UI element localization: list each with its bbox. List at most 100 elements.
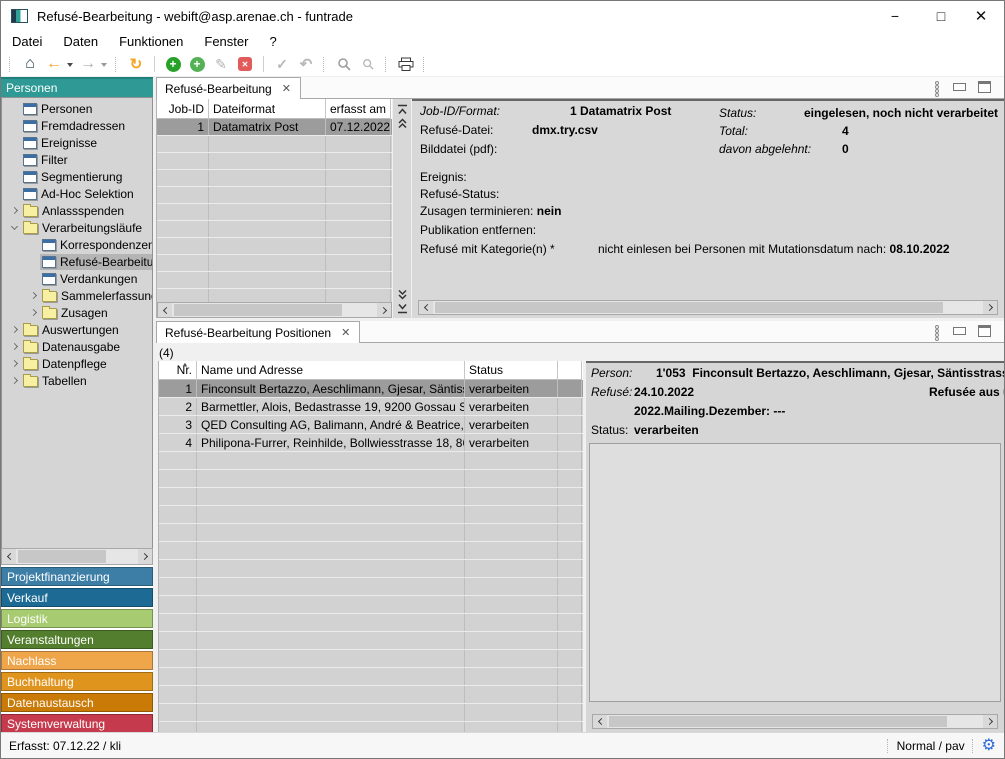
menu-help[interactable]: ? [267,33,278,50]
delete-icon[interactable]: ✕ [238,57,252,71]
chevron-collapsed-icon[interactable] [27,304,40,321]
chevron-collapsed-icon[interactable] [8,338,21,355]
table-row-empty [159,614,583,632]
event-label: Ereignis: [420,170,467,184]
add-import-icon[interactable]: + [190,57,205,72]
scrollbar-thumb[interactable] [18,550,106,563]
column-erfasst-am[interactable]: erfasst am [326,99,391,119]
tree-item-tabellen[interactable]: Tabellen [2,372,152,389]
confirm-check-icon[interactable]: ✓ [272,53,292,75]
tree-item-auswertungen[interactable]: Auswertungen [2,321,152,338]
edit-pencil-icon[interactable]: ✎ [211,53,231,75]
tree-item-verdankungen[interactable]: Verdankungen [2,270,152,287]
tree-item-personen[interactable]: Personen [2,100,152,117]
band-projektfinanzierung[interactable]: Projektfinanzierung [1,567,153,586]
menu-daten[interactable]: Daten [61,33,100,50]
scroll-left-icon[interactable] [419,301,433,314]
chevron-collapsed-icon[interactable] [27,287,40,304]
maximize-button[interactable]: □ [924,1,958,31]
tree-item-filter[interactable]: Filter [2,151,152,168]
back-dropdown-icon[interactable] [67,63,73,67]
band-systemverwaltung[interactable]: Systemverwaltung [1,714,153,733]
panel-maximize-icon[interactable] [978,81,991,93]
chevron-collapsed-icon[interactable] [8,372,21,389]
refresh-icon[interactable]: ↻ [126,53,146,75]
chevron-collapsed-icon[interactable] [8,355,21,372]
scroll-left-icon[interactable] [158,303,172,317]
close-button[interactable]: ✕ [964,1,998,31]
print-icon[interactable] [396,53,416,75]
tree-item-adhoc-selektion[interactable]: Ad-Hoc Selektion [2,185,152,202]
scrollbar-thumb[interactable] [609,716,947,727]
chevron-collapsed-icon[interactable] [8,321,21,338]
band-verkauf[interactable]: Verkauf [1,588,153,607]
tab-refuse-bearbeitung-positionen[interactable]: Refusé-Bearbeitung Positionen ✕ [156,321,360,343]
back-icon[interactable]: ← [44,53,64,75]
tree-item-datenausgabe[interactable]: Datenausgabe [2,338,152,355]
tree-item-ereignisse[interactable]: Ereignisse [2,134,152,151]
scroll-right-icon[interactable] [138,549,152,564]
scroll-last-record-icon[interactable] [395,301,409,315]
scroll-page-up-icon[interactable] [395,116,409,130]
tree-item-datenpflege[interactable]: Datenpflege [2,355,152,372]
minimize-button[interactable]: − [878,1,912,31]
column-nr[interactable]: Nr. [159,361,197,380]
forward-icon[interactable]: → [78,53,98,75]
chevron-placeholder [8,100,21,117]
scroll-page-down-icon[interactable] [395,287,409,301]
panel-minimize-icon[interactable] [953,83,966,91]
tree-item-korrespondenzen[interactable]: Korrespondenzen a [2,236,152,253]
menu-datei[interactable]: Datei [10,33,44,50]
tab-close-icon[interactable]: ✕ [282,82,291,99]
tree-item-segmentierung[interactable]: Segmentierung [2,168,152,185]
scrollbar-thumb[interactable] [174,304,342,316]
scroll-left-icon[interactable] [593,715,607,728]
table-row[interactable]: 4 Philipona-Furrer, Reinhilde, Bollwiess… [159,434,583,452]
forward-dropdown-icon[interactable] [101,63,107,67]
column-dateiformat[interactable]: Dateiformat [209,99,326,119]
chevron-expanded-icon[interactable] [8,219,21,236]
band-datenaustausch[interactable]: Datenaustausch [1,693,153,712]
table-row[interactable]: 2 Barmettler, Alois, Bedastrasse 19, 920… [159,398,583,416]
scroll-right-icon[interactable] [377,303,391,317]
band-logistik[interactable]: Logistik [1,609,153,628]
tree-item-fremdadressen[interactable]: Fremdadressen [2,117,152,134]
column-status[interactable]: Status [465,361,558,380]
search-secondary-icon[interactable] [358,53,378,75]
search-icon[interactable] [334,53,354,75]
scroll-left-icon[interactable] [2,549,16,564]
menu-fenster[interactable]: Fenster [202,33,250,50]
panel-menu-dots-icon[interactable] [934,325,941,341]
tab-close-icon[interactable]: ✕ [341,326,350,343]
add-icon[interactable]: + [166,57,181,72]
toolbar-separator [263,56,264,72]
menu-funktionen[interactable]: Funktionen [117,33,185,50]
undo-icon[interactable]: ↶ [296,53,316,75]
toolbar-grip [423,57,427,72]
table-row[interactable]: 1 Finconsult Bertazzo, Aeschlimann, Gjes… [159,380,583,398]
tree-item-anlassspenden[interactable]: Anlassspenden [2,202,152,219]
panel-menu-dots-icon[interactable] [934,81,941,97]
scroll-first-record-icon[interactable] [395,102,409,116]
band-nachlass[interactable]: Nachlass [1,651,153,670]
scroll-right-icon[interactable] [983,301,997,314]
band-veranstaltungen[interactable]: Veranstaltungen [1,630,153,649]
tree-item-verarbeitungslaeufe[interactable]: Verarbeitungsläufe [2,219,152,236]
scroll-right-icon[interactable] [983,715,997,728]
settings-gear-icon[interactable]: ⚙ [982,738,996,754]
panel-maximize-icon[interactable] [978,325,991,337]
home-icon[interactable]: ⌂ [20,53,40,75]
chevron-collapsed-icon[interactable] [8,202,21,219]
table-row[interactable]: 3 QED Consulting AG, Balimann, André & B… [159,416,583,434]
tree-item-zusagen[interactable]: Zusagen [2,304,152,321]
column-job-id[interactable]: Job-ID [157,99,209,119]
panel-minimize-icon[interactable] [953,327,966,335]
band-buchhaltung[interactable]: Buchhaltung [1,672,153,691]
scrollbar-thumb[interactable] [435,302,943,313]
tree-item-refuse-bearbeitung[interactable]: Refusé-Bearbeitung [2,253,152,270]
tree-item-sammelerfassung[interactable]: Sammelerfassung [2,287,152,304]
tab-refuse-bearbeitung[interactable]: Refusé-Bearbeitung ✕ [156,77,301,99]
table-row[interactable]: 1 Datamatrix Post 07.12.2022 [157,119,392,136]
jobs-table: Job-ID Dateiformat erfasst am 1 Datamatr… [156,99,392,318]
column-name-adresse[interactable]: Name und Adresse [197,361,465,380]
